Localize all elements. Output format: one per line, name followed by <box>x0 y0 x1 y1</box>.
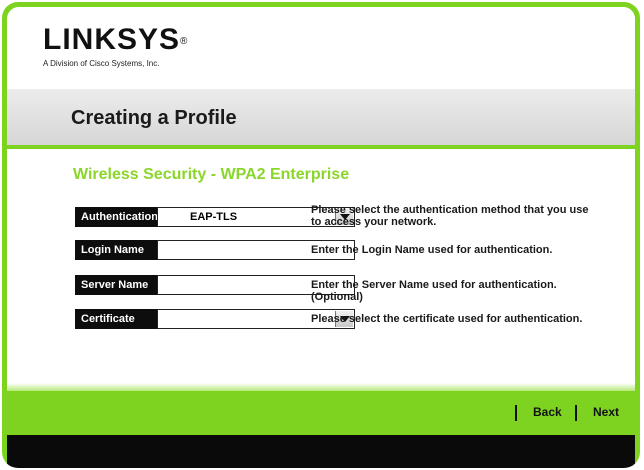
server-name-help-text: Enter the Server Name used for authentic… <box>311 279 557 291</box>
authentication-help-line2: to access your network. <box>311 216 437 228</box>
authentication-help-line1: Please select the authentication method … <box>311 204 589 216</box>
authentication-label: Authentication <box>75 207 158 227</box>
wizard-content: LINKSYS® A Division of Cisco Systems, In… <box>7 7 635 468</box>
authentication-value: EAP-TLS <box>190 211 238 223</box>
next-button[interactable]: Next <box>593 405 619 419</box>
back-button[interactable]: Back <box>533 405 562 419</box>
linksys-logo: LINKSYS® <box>43 25 188 55</box>
nav-separator <box>575 405 577 421</box>
server-name-label: Server Name <box>75 275 157 295</box>
certificate-help: Please select the certificate used for a… <box>311 313 583 325</box>
brand-name: LINKSYS <box>43 23 181 56</box>
logo-area: LINKSYS® A Division of Cisco Systems, In… <box>7 7 635 79</box>
footer-divider <box>7 383 635 391</box>
registered-mark: ® <box>180 36 189 47</box>
footer-nav-bar: Back Next <box>7 391 635 435</box>
login-name-help: Enter the Login Name used for authentica… <box>311 244 553 256</box>
server-name-help: Enter the Server Name used for authentic… <box>311 279 601 303</box>
section-title: Wireless Security - WPA2 Enterprise <box>73 166 350 183</box>
page-title: Creating a Profile <box>71 107 237 129</box>
setup-wizard-window: LINKSYS® A Division of Cisco Systems, In… <box>2 2 640 468</box>
login-name-label: Login Name <box>75 240 157 260</box>
bottom-bar <box>7 435 635 468</box>
certificate-label: Certificate <box>75 309 157 329</box>
brand-subtitle: A Division of Cisco Systems, Inc. <box>43 59 160 68</box>
page-title-bar: Creating a Profile <box>7 89 635 149</box>
authentication-help: Please select the authentication method … <box>311 204 601 228</box>
optional-tag: (Optional) <box>311 291 363 303</box>
nav-separator <box>515 405 517 421</box>
